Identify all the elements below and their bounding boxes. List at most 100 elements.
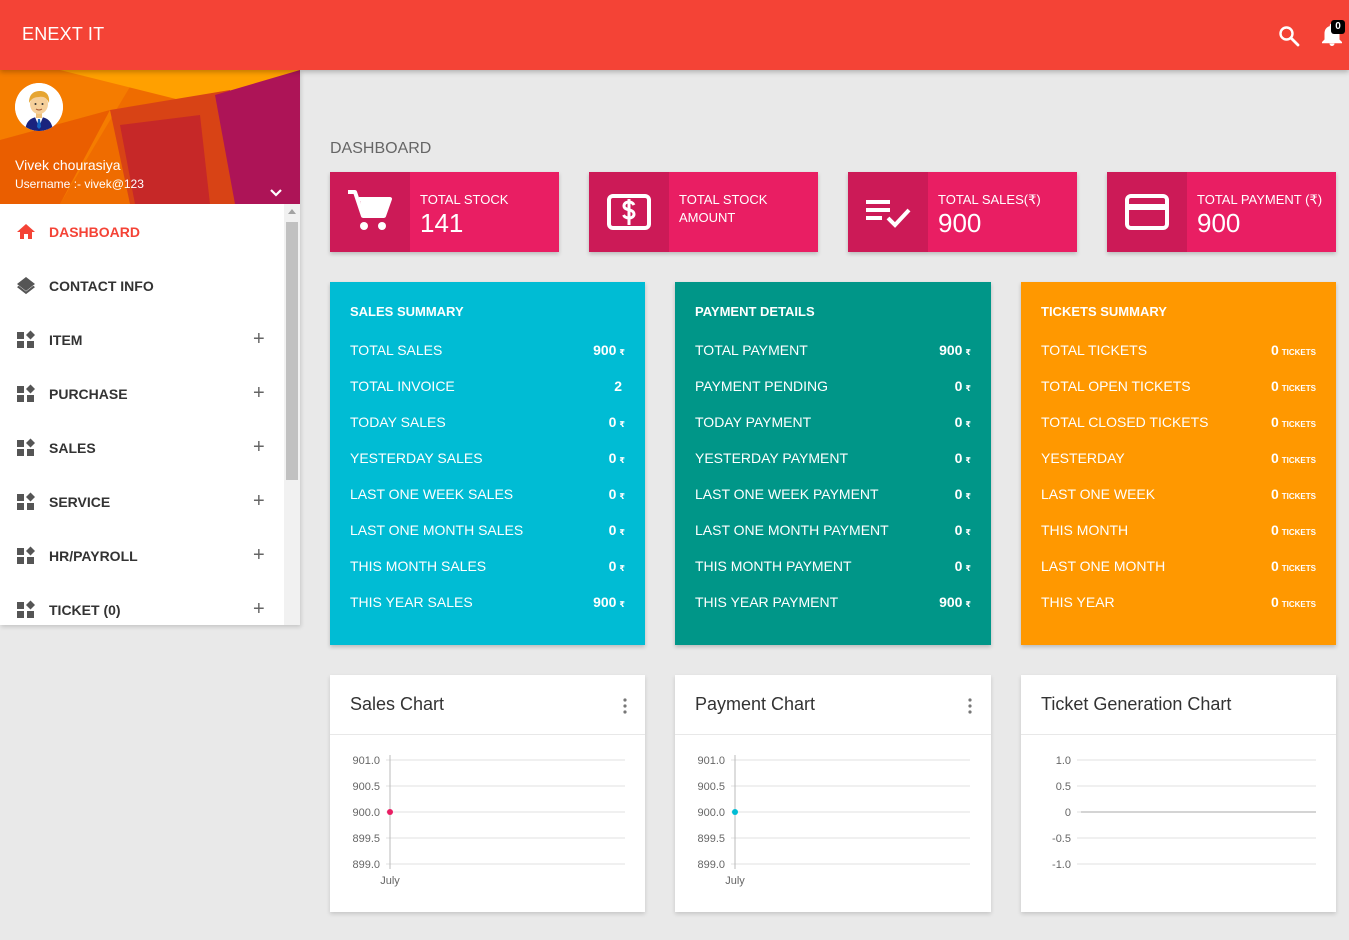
- summary-value-number: 900: [593, 342, 617, 358]
- top-app-bar: ENEXT IT 0: [0, 0, 1349, 70]
- sidebar-scrollbar[interactable]: [284, 204, 300, 625]
- payment-details-card: PAYMENT DETAILS TOTAL PAYMENT 900 ₹ PAYMENT…: [675, 282, 991, 645]
- avatar-illustration-icon: [15, 83, 63, 131]
- summary-value-number: 0: [954, 450, 963, 466]
- summary-value-number: 0: [1270, 414, 1279, 430]
- summary-row-label: TOTAL SALES: [350, 342, 443, 358]
- y-tick-label: 900.0: [697, 807, 725, 819]
- y-tick-label: -1.0: [1052, 859, 1071, 871]
- summary-value-number: 0: [1270, 558, 1279, 574]
- widgets-icon: [17, 330, 35, 348]
- summary-value-unit: TICKETS: [1281, 564, 1316, 573]
- chart-title: Payment Chart: [695, 694, 816, 714]
- summary-value-unit: TICKETS: [1281, 528, 1316, 537]
- sidebar-item-label: CONTACT INFO: [49, 278, 154, 294]
- y-tick-label: 901.0: [352, 755, 380, 767]
- expand-plus-icon[interactable]: +: [253, 598, 265, 621]
- sidebar-item-contact-info[interactable]: CONTACT INFO: [0, 258, 284, 312]
- sidebar-item-dashboard[interactable]: DASHBOARD: [0, 204, 284, 258]
- summary-row-value: 0 ₹: [955, 486, 971, 502]
- expand-plus-icon[interactable]: +: [253, 436, 265, 459]
- summary-value-number: 0: [954, 558, 963, 574]
- layers-icon: [17, 277, 35, 295]
- info-box-icon-area: [330, 172, 410, 252]
- sidebar-item-label: DASHBOARD: [49, 224, 140, 240]
- summary-row: TODAY SALES 0 ₹: [350, 414, 625, 434]
- ticket-generation-chart-card: Ticket Generation Chart 1.0 0.5 0 -0.5 -1.0: [1021, 675, 1336, 912]
- summary-value-number: 0: [1270, 378, 1279, 394]
- more-vert-icon[interactable]: [966, 697, 974, 715]
- summary-row-label: TOTAL INVOICE: [350, 378, 455, 394]
- y-tick-label: 900.0: [352, 807, 380, 819]
- card-title: PAYMENT DETAILS: [695, 304, 815, 319]
- summary-row-label: YESTERDAY PAYMENT: [695, 450, 848, 466]
- info-box-icon-area: [1107, 172, 1187, 252]
- summary-value-unit: ₹: [965, 600, 971, 609]
- summary-row-value: 0 ₹: [609, 414, 625, 430]
- brand-title[interactable]: ENEXT IT: [22, 24, 104, 45]
- summary-value-unit: ₹: [619, 492, 625, 501]
- search-icon[interactable]: [1277, 24, 1301, 48]
- info-box-total-sales[interactable]: TOTAL SALES(₹) 900: [848, 172, 1077, 252]
- summary-row-value: 900 ₹: [939, 342, 971, 358]
- expand-plus-icon[interactable]: +: [253, 490, 265, 513]
- y-tick-label: 1.0: [1056, 755, 1071, 767]
- data-point: [732, 809, 738, 815]
- sidebar-item-label: ITEM: [49, 332, 83, 348]
- ticket-line-chart: 1.0 0.5 0 -0.5 -1.0: [1052, 755, 1316, 871]
- sales-line-chart: 901.0 900.5 900.0 899.5 899.0July: [352, 755, 625, 887]
- summary-value-unit: ₹: [965, 564, 971, 573]
- summary-row-value: 0 ₹: [955, 522, 971, 538]
- summary-row-label: LAST ONE MONTH: [1041, 558, 1166, 574]
- expand-plus-icon[interactable]: +: [253, 382, 265, 405]
- summary-row-value: 0 TICKETS: [1271, 414, 1316, 430]
- user-avatar[interactable]: [15, 83, 63, 131]
- expand-plus-icon[interactable]: +: [253, 328, 265, 351]
- info-box-total-stock[interactable]: TOTAL STOCK 141: [330, 172, 559, 252]
- cart-icon: [348, 190, 392, 230]
- summary-row-label: LAST ONE WEEK: [1041, 486, 1156, 502]
- more-vert-icon[interactable]: [621, 697, 629, 715]
- chevron-down-icon[interactable]: [266, 186, 286, 200]
- sidebar-item-item[interactable]: ITEM +: [0, 312, 284, 366]
- scrollbar-thumb[interactable]: [286, 222, 298, 480]
- summary-row: TODAY PAYMENT 0 ₹: [695, 414, 971, 434]
- summary-value-number: 0: [1270, 450, 1279, 466]
- summary-row-label: LAST ONE MONTH PAYMENT: [695, 522, 889, 538]
- summary-value-number: 0: [954, 378, 963, 394]
- sidebar-item-service[interactable]: SERVICE +: [0, 474, 284, 528]
- summary-row: YESTERDAY PAYMENT 0 ₹: [695, 450, 971, 470]
- info-box-total-stock-amount[interactable]: TOTAL STOCK AMOUNT: [589, 172, 818, 252]
- summary-value-unit: ₹: [619, 348, 625, 357]
- card-title: TICKETS SUMMARY: [1041, 304, 1167, 319]
- summary-value-number: 0: [608, 450, 617, 466]
- expand-plus-icon[interactable]: +: [253, 544, 265, 567]
- summary-row: TOTAL INVOICE 2: [350, 378, 625, 398]
- summary-value-unit: ₹: [965, 384, 971, 393]
- info-box-value: 900: [1197, 208, 1241, 238]
- sidebar-menu: DASHBOARD CONTACT INFO ITEM + PURCHASE +: [0, 204, 284, 625]
- sidebar-item-label: HR/PAYROLL: [49, 548, 138, 564]
- summary-row: TOTAL CLOSED TICKETS 0 TICKETS: [1041, 414, 1316, 434]
- summary-row-label: LAST ONE MONTH SALES: [350, 522, 524, 538]
- summary-row-label: TODAY PAYMENT: [695, 414, 812, 430]
- sidebar-item-ticket[interactable]: TICKET (0) +: [0, 582, 284, 625]
- info-box-total-payment[interactable]: TOTAL PAYMENT (₹) 900: [1107, 172, 1336, 252]
- sidebar-item-sales[interactable]: SALES +: [0, 420, 284, 474]
- chart-title: Ticket Generation Chart: [1041, 694, 1232, 714]
- summary-value-number: 2: [614, 378, 622, 394]
- summary-row-value: 0 TICKETS: [1271, 558, 1316, 574]
- sidebar-item-hr-payroll[interactable]: HR/PAYROLL +: [0, 528, 284, 582]
- card-title: SALES SUMMARY: [350, 304, 464, 319]
- playlist-check-icon: [866, 200, 911, 228]
- scroll-up-arrow-icon[interactable]: [288, 209, 296, 214]
- summary-value-number: 0: [1270, 486, 1279, 502]
- sidebar-item-label: PURCHASE: [49, 386, 128, 402]
- summary-value-number: 0: [608, 414, 617, 430]
- sidebar-item-purchase[interactable]: PURCHASE +: [0, 366, 284, 420]
- y-tick-label: 899.0: [352, 859, 380, 871]
- y-tick-label: 900.5: [352, 781, 380, 793]
- summary-row-value: 0 ₹: [609, 486, 625, 502]
- sidebar-item-label: SALES: [49, 440, 96, 456]
- x-tick-label: July: [380, 875, 400, 887]
